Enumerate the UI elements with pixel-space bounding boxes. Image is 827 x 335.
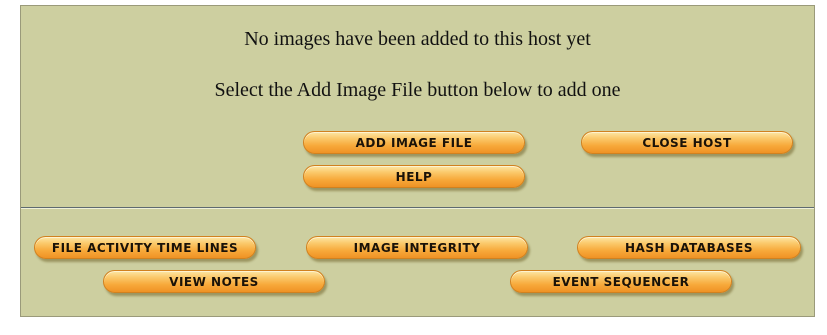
event-sequencer-button[interactable]: EVENT SEQUENCER [510, 270, 732, 293]
file-activity-time-lines-label: FILE ACTIVITY TIME LINES [51, 240, 239, 255]
image-integrity-button[interactable]: IMAGE INTEGRITY [306, 236, 528, 259]
close-host-button[interactable]: CLOSE HOST [581, 131, 793, 154]
image-integrity-label: IMAGE INTEGRITY [353, 240, 481, 255]
instruction-message: Select the Add Image File button below t… [214, 79, 621, 101]
close-host-label: CLOSE HOST [642, 135, 732, 150]
event-sequencer-label: EVENT SEQUENCER [552, 274, 690, 289]
no-images-message: No images have been added to this host y… [244, 28, 591, 50]
view-notes-label: VIEW NOTES [169, 274, 259, 289]
view-notes-button[interactable]: VIEW NOTES [103, 270, 325, 293]
add-image-file-button[interactable]: ADD IMAGE FILE [303, 131, 525, 154]
add-image-file-label: ADD IMAGE FILE [355, 135, 473, 150]
hash-databases-label: HASH DATABASES [625, 240, 753, 255]
help-label: HELP [395, 169, 433, 184]
hash-databases-button[interactable]: HASH DATABASES [577, 236, 801, 259]
host-panel: No images have been added to this host y… [20, 5, 815, 317]
file-activity-time-lines-button[interactable]: FILE ACTIVITY TIME LINES [34, 236, 256, 259]
help-button[interactable]: HELP [303, 165, 525, 188]
section-divider [21, 207, 814, 208]
